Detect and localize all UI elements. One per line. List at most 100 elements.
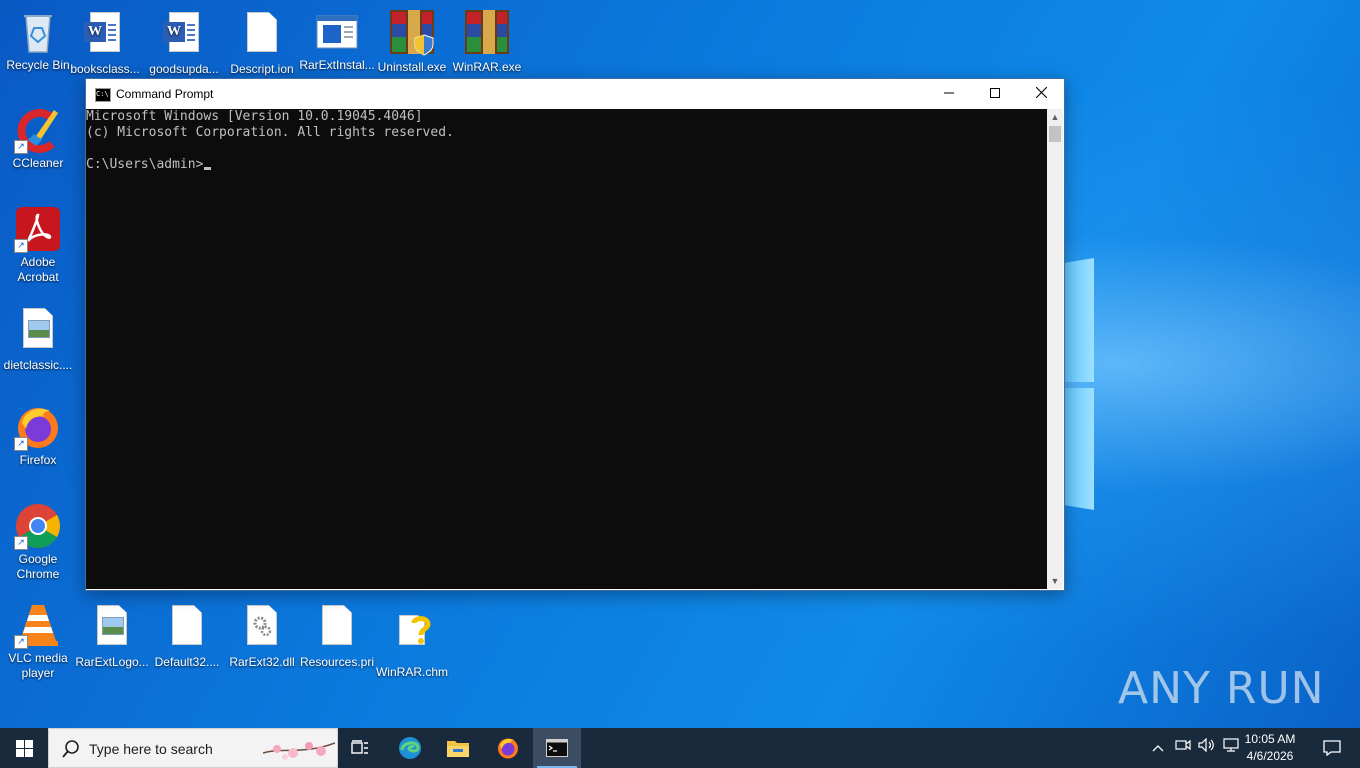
task-view-button[interactable]	[336, 728, 384, 768]
desktop-icon-label: RarExt32.dll	[229, 655, 295, 669]
desktop-icon-firefox[interactable]: ↗ Firefox	[0, 403, 76, 468]
volume-button[interactable]	[1196, 728, 1218, 768]
console-prompt-line: C:\Users\admin>	[86, 157, 1047, 173]
edge-icon	[399, 737, 421, 759]
taskbar-edge-button[interactable]	[386, 728, 434, 768]
search-icon	[62, 740, 79, 758]
ccleaner-icon: ↗	[14, 106, 62, 154]
taskbar-search-box[interactable]: Type here to search	[48, 728, 338, 768]
network-button[interactable]	[1220, 728, 1242, 768]
desktop-icon-winrar[interactable]: WinRAR.exe	[449, 8, 525, 75]
desktop-icon-rarextlogo[interactable]: RarExtLogo...	[74, 601, 150, 670]
winrar-icon	[463, 10, 511, 58]
desktop-icon-label: Recycle Bin	[6, 58, 70, 72]
chevron-up-icon	[1152, 745, 1164, 752]
desktop-icon-label: Google Chrome	[16, 552, 60, 581]
console-line: (c) Microsoft Corporation. All rights re…	[86, 125, 454, 140]
watermark-text: ANY RUN	[1118, 662, 1325, 714]
scroll-up-arrow-icon[interactable]: ▲	[1047, 109, 1063, 125]
vertical-scrollbar[interactable]: ▲ ▼	[1047, 109, 1063, 589]
desktop-icon-descript[interactable]: Descript.ion	[224, 8, 300, 77]
windows-start-icon	[16, 740, 33, 757]
blank-file-icon	[163, 605, 211, 653]
help-file-icon	[388, 615, 436, 663]
firefox-icon	[498, 738, 518, 759]
text-cursor	[204, 167, 212, 170]
desktop-icon-default32[interactable]: Default32....	[149, 601, 225, 670]
desktop-icon-label: dietclassic....	[3, 358, 73, 372]
desktop-icon-label: booksclass...	[70, 62, 140, 76]
desktop-icon-ccleaner[interactable]: ↗ CCleaner	[0, 106, 76, 171]
word-document-icon: W	[81, 12, 129, 60]
installer-window-icon	[313, 8, 361, 56]
taskbar-command-prompt-button[interactable]	[533, 728, 581, 768]
firefox-icon: ↗	[14, 403, 62, 451]
action-center-button[interactable]	[1312, 728, 1350, 768]
taskbar-file-explorer-button[interactable]	[434, 728, 482, 768]
task-view-icon	[351, 740, 368, 754]
clock-time: 10:05 AM	[1244, 732, 1296, 746]
chrome-icon: ↗	[14, 502, 62, 550]
desktop-icon-label: CCleaner	[12, 156, 64, 170]
desktop-icon-vlc[interactable]: ↗ VLC media player	[0, 601, 76, 681]
desktop-icon-label: Firefox	[19, 453, 57, 467]
blank-file-icon	[238, 12, 286, 60]
desktop-icon-rarext32-dll[interactable]: RarExt32.dll	[224, 601, 300, 670]
recycle-bin-icon	[14, 8, 62, 56]
start-button[interactable]	[0, 728, 48, 768]
image-file-icon	[88, 605, 136, 653]
command-prompt-icon	[546, 739, 568, 757]
taskbar-clock[interactable]: 10:05 AM 4/6/2026	[1240, 731, 1300, 765]
desktop-icon-recycle-bin[interactable]: Recycle Bin	[0, 8, 76, 73]
desktop: Recycle Bin W booksclass... W goodsupda.…	[0, 0, 1360, 728]
desktop-icon-winrar-chm[interactable]: WinRAR.chm	[374, 601, 450, 680]
desktop-icon-booksclass[interactable]: W booksclass...	[67, 8, 143, 77]
scroll-down-arrow-icon[interactable]: ▼	[1047, 573, 1063, 589]
folder-icon	[447, 741, 469, 757]
desktop-icon-label: Descript.ion	[230, 62, 294, 76]
scrollbar-thumb[interactable]	[1049, 126, 1061, 142]
desktop-icon-label: WinRAR.chm	[375, 665, 448, 679]
console-line: Microsoft Windows [Version 10.0.19045.40…	[86, 109, 423, 124]
desktop-icon-goodsupda[interactable]: W goodsupda...	[146, 8, 222, 77]
close-button[interactable]	[1018, 79, 1064, 109]
speaker-icon	[1198, 737, 1214, 753]
minimize-button[interactable]	[926, 79, 972, 109]
desktop-icon-resources-pri[interactable]: Resources.pri	[299, 601, 375, 670]
desktop-icon-uninstall[interactable]: Uninstall.exe	[374, 8, 450, 75]
blank-file-icon	[313, 605, 361, 653]
network-icon	[1223, 738, 1239, 752]
anyrun-watermark: ANY RUN	[1118, 656, 1325, 720]
meet-now-icon	[1175, 739, 1191, 751]
maximize-button[interactable]	[972, 79, 1018, 109]
taskbar-firefox-button[interactable]	[484, 728, 532, 768]
desktop-icon-label: Uninstall.exe	[377, 60, 447, 74]
window-title: Command Prompt	[116, 87, 214, 101]
show-hidden-icons-button[interactable]	[1148, 728, 1168, 768]
desktop-icon-google-chrome[interactable]: ↗ Google Chrome	[0, 502, 76, 582]
vlc-icon: ↗	[14, 601, 62, 649]
search-placeholder: Type here to search	[89, 741, 213, 757]
desktop-icon-label: Default32....	[154, 655, 220, 669]
taskbar: Type here to search 10:05 AM 4/6/2026	[0, 728, 1360, 768]
desktop-icon-label: goodsupda...	[149, 62, 219, 76]
console-prompt: C:\Users\admin>	[86, 157, 204, 172]
dll-gear-icon	[238, 605, 286, 653]
window-titlebar[interactable]: C:\ Command Prompt	[86, 79, 1064, 109]
maximize-icon	[990, 88, 1000, 98]
desktop-icon-label: RarExtLogo...	[75, 655, 149, 669]
windows-logo-wallpaper	[1064, 258, 1100, 516]
console-output[interactable]: Microsoft Windows [Version 10.0.19045.40…	[86, 109, 1047, 589]
desktop-icon-dietclassic[interactable]: dietclassic....	[0, 304, 76, 373]
desktop-icon-adobe-acrobat[interactable]: ↗ Adobe Acrobat	[0, 205, 76, 285]
desktop-icon-label: Resources.pri	[299, 655, 375, 669]
desktop-icon-label: RarExtInstal...	[299, 58, 375, 72]
meet-now-button[interactable]	[1172, 728, 1194, 768]
close-icon	[1035, 86, 1047, 99]
clock-date: 4/6/2026	[1246, 749, 1294, 763]
command-prompt-window[interactable]: C:\ Command Prompt Microsoft Windows [Ve…	[85, 78, 1065, 591]
desktop-icon-rarextinstaller[interactable]: RarExtInstal...	[299, 8, 375, 73]
word-document-icon: W	[160, 12, 208, 60]
desktop-icon-label: VLC media player	[8, 651, 68, 680]
